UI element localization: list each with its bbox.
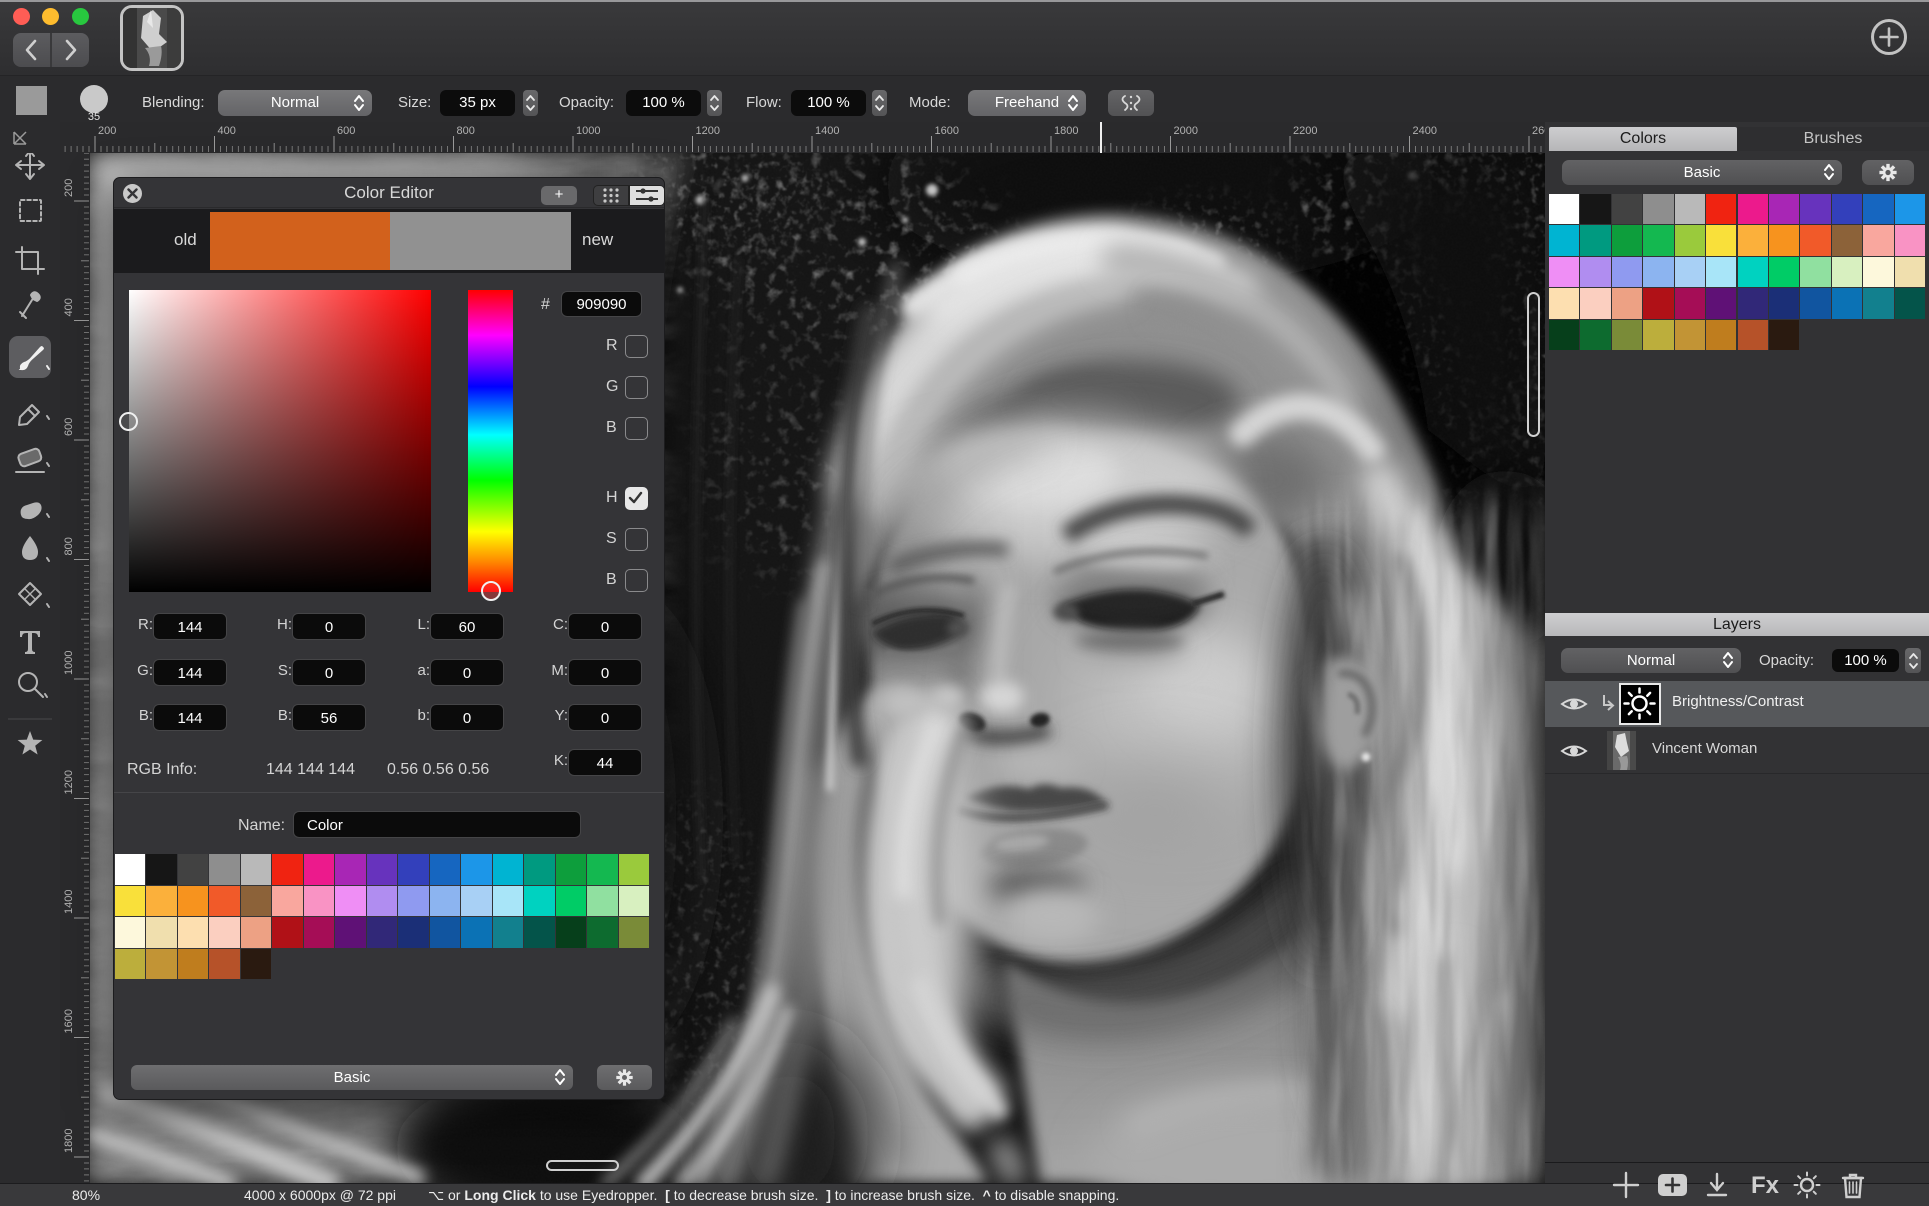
svg-text:200: 200 xyxy=(63,179,75,197)
svg-text:1600: 1600 xyxy=(935,125,959,137)
svg-text:1200: 1200 xyxy=(696,125,720,137)
svg-text:1800: 1800 xyxy=(1054,125,1078,137)
svg-text:1400: 1400 xyxy=(815,125,839,137)
svg-text:400: 400 xyxy=(63,298,75,316)
svg-text:400: 400 xyxy=(218,125,236,137)
svg-text:800: 800 xyxy=(63,537,75,555)
svg-text:2200: 2200 xyxy=(1293,125,1317,137)
svg-text:200: 200 xyxy=(98,125,116,137)
svg-text:600: 600 xyxy=(337,125,355,137)
svg-text:2000: 2000 xyxy=(1174,125,1198,137)
svg-text:1000: 1000 xyxy=(576,125,600,137)
svg-text:2400: 2400 xyxy=(1413,125,1437,137)
svg-text:Fx: Fx xyxy=(1751,1172,1780,1199)
svg-text:1000: 1000 xyxy=(63,651,75,675)
svg-text:1200: 1200 xyxy=(63,770,75,794)
svg-text:600: 600 xyxy=(63,418,75,436)
svg-text:800: 800 xyxy=(457,125,475,137)
svg-text:1600: 1600 xyxy=(63,1009,75,1033)
svg-text:1400: 1400 xyxy=(63,890,75,914)
svg-text:1800: 1800 xyxy=(63,1129,75,1153)
